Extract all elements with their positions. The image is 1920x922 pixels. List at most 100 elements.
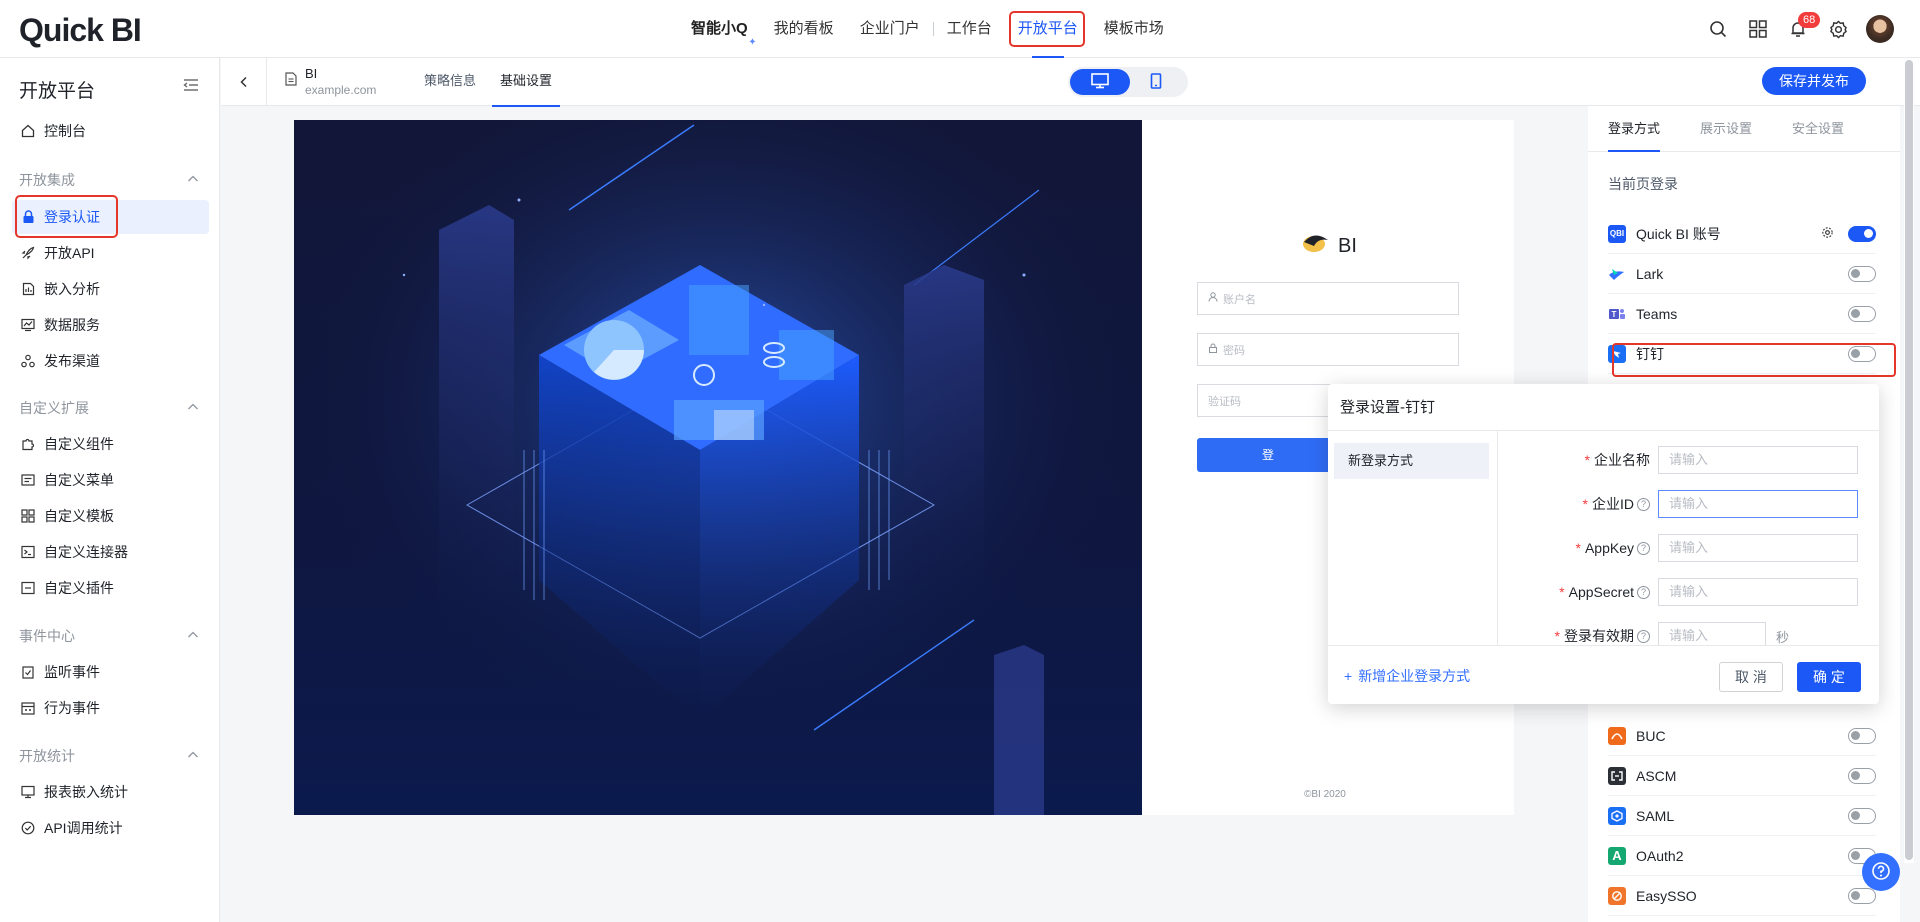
form-row-enterprise-name: * 企业名称 请输入 bbox=[1498, 445, 1879, 475]
gear-icon[interactable] bbox=[1821, 226, 1834, 242]
search-icon[interactable] bbox=[1698, 9, 1738, 49]
nav-smart-q[interactable]: 智能小Q ✦ bbox=[678, 0, 761, 58]
back-button[interactable] bbox=[221, 58, 267, 106]
plus-icon: + bbox=[1344, 668, 1353, 684]
teams-login-toggle[interactable] bbox=[1848, 305, 1876, 322]
sidebar-item-behavior-event[interactable]: 行为事件 bbox=[12, 691, 209, 725]
help-icon[interactable]: ? bbox=[1637, 585, 1650, 599]
nav-template-market[interactable]: 模板市场 bbox=[1091, 0, 1177, 58]
appkey-input[interactable]: 请输入 bbox=[1658, 534, 1858, 562]
sidebar-item-report-embed-stats[interactable]: 报表嵌入统计 bbox=[12, 775, 209, 809]
chevron-up-icon[interactable] bbox=[187, 172, 199, 188]
chevron-up-icon[interactable] bbox=[187, 628, 199, 644]
form-row-login-validity: * 登录有效期? 请输入 秒 bbox=[1498, 621, 1879, 645]
oauth2-icon-text: A bbox=[1612, 848, 1622, 863]
sidebar-item-console[interactable]: 控制台 bbox=[12, 114, 209, 148]
ascm-login-toggle[interactable] bbox=[1848, 767, 1876, 784]
login-method-name: SAML bbox=[1636, 807, 1675, 824]
preview-password-field[interactable]: 密码 bbox=[1197, 333, 1459, 366]
preview-username-field[interactable]: 账户名 bbox=[1197, 282, 1459, 315]
collapse-sidebar-icon[interactable] bbox=[183, 77, 201, 95]
buc-icon bbox=[1608, 726, 1626, 745]
chevron-up-icon[interactable] bbox=[187, 400, 199, 416]
tab-security-settings[interactable]: 安全设置 bbox=[1792, 106, 1844, 151]
sidebar-section-open-stats[interactable]: 开放统计 bbox=[19, 746, 199, 766]
sidebar-item-api-call-stats[interactable]: API调用统计 bbox=[12, 811, 209, 845]
sidebar-item-label: 开放API bbox=[44, 245, 95, 261]
sidebar-item-publish-channel[interactable]: 发布渠道 bbox=[12, 344, 209, 378]
seconds-unit-label: 秒 bbox=[1776, 629, 1790, 645]
gear-icon[interactable] bbox=[1818, 9, 1858, 49]
sidebar-item-custom-component[interactable]: 自定义组件 bbox=[12, 427, 209, 461]
help-button[interactable] bbox=[1862, 853, 1900, 891]
tab-display-settings[interactable]: 展示设置 bbox=[1700, 106, 1752, 151]
new-login-method-item[interactable]: 新登录方式 bbox=[1334, 443, 1489, 479]
monitor-chart-icon bbox=[20, 317, 36, 333]
tab-strategy-info[interactable]: 策略信息 bbox=[416, 58, 484, 106]
share-nodes-icon bbox=[20, 353, 36, 369]
desktop-view-button[interactable] bbox=[1070, 69, 1130, 95]
required-marker: * bbox=[1554, 628, 1560, 644]
page-scrollbar-thumb[interactable] bbox=[1905, 60, 1913, 860]
chevron-up-icon[interactable] bbox=[187, 748, 199, 764]
sidebar-item-custom-plugin[interactable]: 自定义插件 bbox=[12, 571, 209, 605]
mobile-view-button[interactable] bbox=[1126, 69, 1186, 95]
sidebar-item-label: 数据服务 bbox=[44, 317, 100, 333]
sidebar-section-open-integration[interactable]: 开放集成 bbox=[19, 170, 199, 190]
sidebar-section-event-center[interactable]: 事件中心 bbox=[19, 626, 199, 646]
preview-brand: BI bbox=[1302, 232, 1357, 260]
quick-bi-logo[interactable]: Quick BI bbox=[19, 12, 142, 49]
sidebar-item-open-api[interactable]: 开放API bbox=[12, 236, 209, 270]
nav-workbench[interactable]: 工作台 bbox=[934, 0, 1005, 58]
buc-login-toggle[interactable] bbox=[1848, 727, 1876, 744]
sidebar-section-custom-extension[interactable]: 自定义扩展 bbox=[19, 398, 199, 418]
nav-enterprise-portal[interactable]: 企业门户 bbox=[847, 0, 933, 58]
help-icon[interactable]: ? bbox=[1637, 541, 1650, 555]
teams-icon: T bbox=[1608, 305, 1626, 323]
sidebar-item-label: 控制台 bbox=[44, 123, 86, 139]
nav-my-dashboard[interactable]: 我的看板 bbox=[761, 0, 847, 58]
add-enterprise-login-link[interactable]: + 新增企业登录方式 bbox=[1344, 666, 1470, 686]
top-navbar: Quick BI 智能小Q ✦ 我的看板 企业门户 工作台 开放平台 模板市场 6… bbox=[0, 0, 1920, 58]
form-row-enterprise-id: * 企业ID? 请输入 bbox=[1498, 489, 1879, 519]
login-validity-input[interactable]: 请输入 bbox=[1658, 622, 1766, 645]
sidebar-item-custom-template[interactable]: 自定义模板 bbox=[12, 499, 209, 533]
quickbi-login-toggle[interactable] bbox=[1848, 225, 1876, 242]
bell-icon[interactable]: 68 bbox=[1778, 9, 1821, 49]
sidebar-item-label: 行为事件 bbox=[44, 700, 100, 716]
sidebar-item-listen-event[interactable]: 监听事件 bbox=[12, 655, 209, 689]
field-label-text: AppKey bbox=[1584, 540, 1634, 556]
help-icon[interactable]: ? bbox=[1637, 629, 1650, 643]
sidebar-item-embedded-analysis[interactable]: 嵌入分析 bbox=[12, 272, 209, 306]
cancel-button[interactable]: 取 消 bbox=[1719, 662, 1783, 692]
confirm-button[interactable]: 确 定 bbox=[1797, 662, 1861, 692]
lark-login-toggle[interactable] bbox=[1848, 265, 1876, 282]
top-actions: 68 bbox=[1698, 0, 1920, 58]
login-method-saml: SAML bbox=[1608, 796, 1876, 836]
sidebar-item-data-service[interactable]: 数据服务 bbox=[12, 308, 209, 342]
enterprise-id-input[interactable]: 请输入 bbox=[1658, 490, 1858, 518]
sidebar-item-custom-menu[interactable]: 自定义菜单 bbox=[12, 463, 209, 497]
login-method-lark: Lark bbox=[1608, 254, 1876, 294]
easysso-login-toggle[interactable] bbox=[1848, 887, 1876, 904]
tab-basic-settings[interactable]: 基础设置 bbox=[492, 58, 561, 107]
clipboard-check-icon bbox=[20, 664, 36, 680]
sidebar-item-login-auth[interactable]: 登录认证 bbox=[12, 195, 209, 238]
document-info: BI example.com bbox=[285, 66, 376, 97]
user-icon bbox=[1208, 292, 1218, 305]
sidebar-item-custom-connector[interactable]: 自定义连接器 bbox=[12, 535, 209, 569]
tab-login-method[interactable]: 登录方式 bbox=[1608, 106, 1661, 152]
avatar[interactable] bbox=[1866, 15, 1894, 43]
required-marker: * bbox=[1559, 584, 1565, 600]
saml-login-toggle[interactable] bbox=[1848, 807, 1876, 824]
apps-grid-icon[interactable] bbox=[1738, 9, 1778, 49]
dingtalk-login-settings-dialog: 登录设置-钉钉 新登录方式 * 企业名称 请输入 * 企业ID? 请输入 * AppK… bbox=[1328, 384, 1879, 704]
appsecret-input[interactable]: 请输入 bbox=[1658, 578, 1858, 606]
enterprise-name-input[interactable]: 请输入 bbox=[1658, 446, 1858, 474]
help-icon[interactable]: ? bbox=[1637, 497, 1650, 511]
add-link-label: 新增企业登录方式 bbox=[1358, 668, 1471, 684]
save-and-publish-button[interactable]: 保存并发布 bbox=[1762, 67, 1866, 95]
login-method-teams: T Teams bbox=[1608, 294, 1876, 334]
login-method-name: Quick BI 账号 bbox=[1636, 225, 1721, 242]
nav-open-platform[interactable]: 开放平台 bbox=[1005, 0, 1091, 58]
